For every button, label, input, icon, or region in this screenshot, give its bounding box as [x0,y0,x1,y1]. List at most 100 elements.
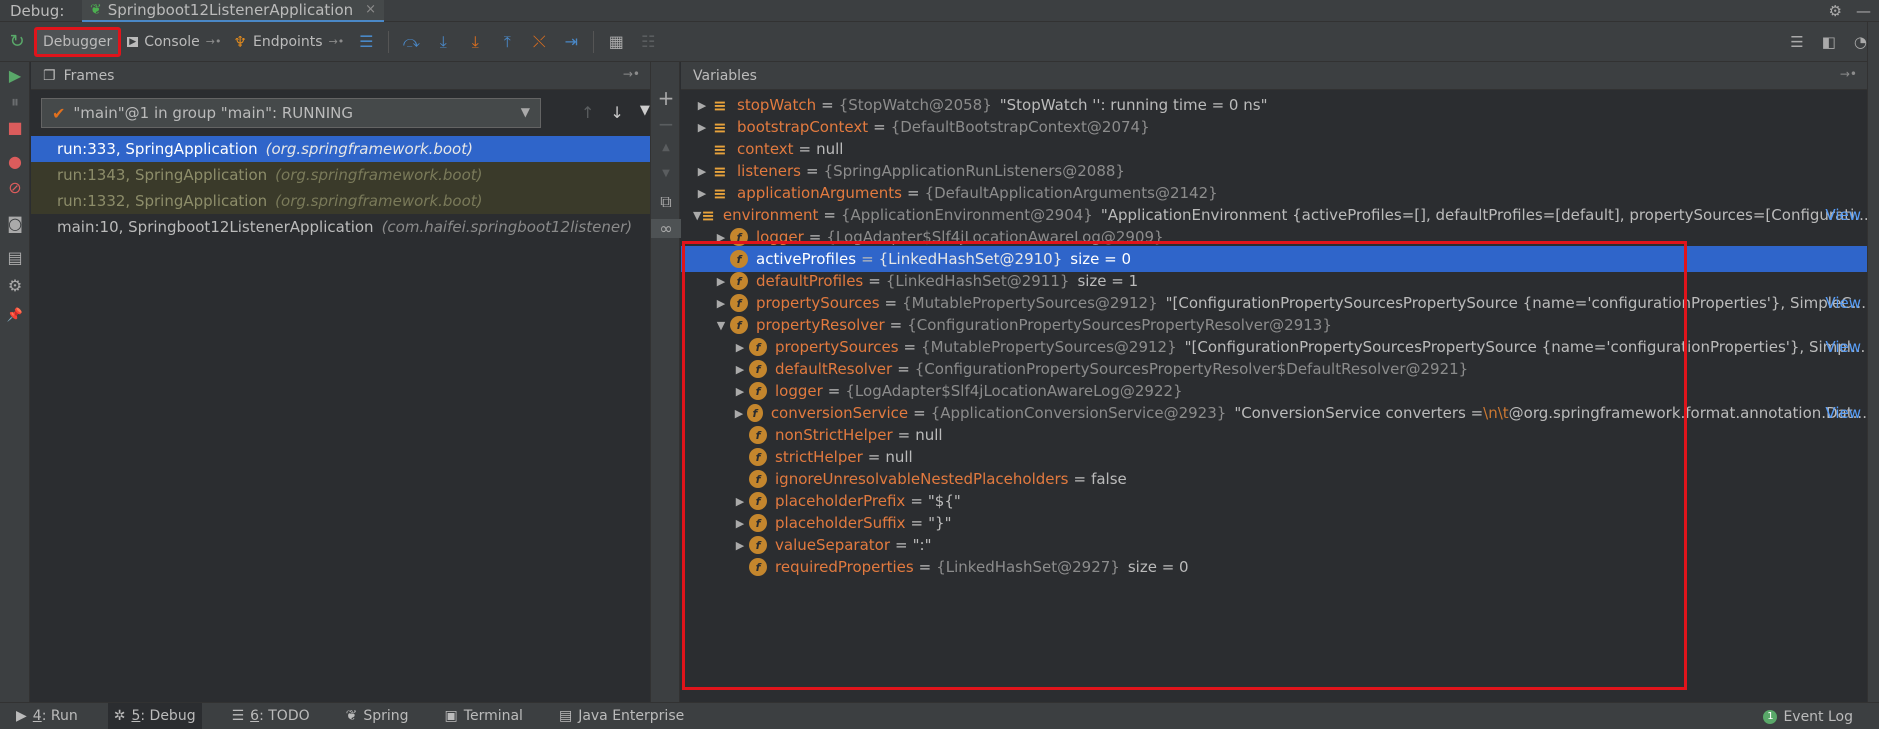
tab-debugger[interactable]: Debugger [34,26,122,57]
field-icon: f [730,316,748,334]
step-out-icon[interactable]: ⤒ [491,32,523,52]
pin-tab-icon[interactable]: →• [329,35,345,48]
evaluate-expression-icon[interactable]: ▦ [600,32,632,51]
stack-frame-row[interactable]: run:333, SpringApplication (org.springfra… [31,136,650,162]
step-over-icon[interactable]: ⤼ [395,32,427,52]
variable-name: propertyResolver [756,316,885,334]
add-watch-icon[interactable]: + [651,86,681,110]
variable-name: requiredProperties [775,558,914,576]
expand-arrow-icon[interactable]: ▶ [693,121,711,134]
expand-arrow-icon[interactable]: ▶ [731,385,749,398]
view-value-link[interactable]: View [1825,294,1861,312]
expand-arrow-icon[interactable]: ▶ [731,407,747,420]
variable-value: null [915,426,943,444]
move-down-icon[interactable]: ▼ [651,168,681,179]
move-up-icon[interactable]: ▲ [651,142,681,153]
layout-icon[interactable]: ◧ [1822,33,1836,51]
settings-gear-icon[interactable]: ⚙ [1829,2,1842,20]
frame-list: run:333, SpringApplication (org.springfra… [31,136,650,240]
variable-row[interactable]: f requiredProperties = {LinkedHashSet@2927}… [681,554,1867,580]
expand-arrow-icon[interactable]: ▶ [731,341,749,354]
drop-frame-icon[interactable]: ⤬ [523,32,555,52]
thread-dropdown[interactable]: ✔ "main"@1 in group "main": RUNNING ▼ [41,98,541,128]
trace-stream-icon[interactable]: ☷ [632,32,664,51]
expand-arrow-icon[interactable]: ▶ [731,539,749,552]
stack-frame-row[interactable]: run:1332, SpringApplication (org.springfr… [31,188,650,214]
force-step-into-icon[interactable]: ⤓ [459,32,491,52]
tool-window-button[interactable]: ▣ Terminal [439,703,529,729]
tab-console[interactable]: ▶ Console →• [121,27,227,57]
minimize-icon[interactable]: — [1856,2,1871,20]
tool-window-text: Java Enterprise [578,708,685,724]
event-log-button[interactable]: 1 Event Log [1763,703,1853,729]
frame-nav-buttons: ↑ ↓ ▼ [581,103,650,122]
tool-window-button[interactable]: ▶ 4: Run [10,703,84,729]
tool-window-text: Terminal [463,708,523,724]
expand-arrow-icon[interactable]: ▶ [712,297,730,310]
run-config-tab[interactable]: ❦ Springboot12ListenerApplication × [82,0,385,22]
spring-leaf-icon: ❦ [90,1,102,18]
tool-window-button[interactable]: ✲ 5: Debug [107,702,202,729]
stack-frame-row[interactable]: run:1343, SpringApplication (org.springfr… [31,162,650,188]
view-breakpoints-icon[interactable]: ● [0,152,30,171]
local-variable-icon: ≡ [713,95,727,115]
expand-arrow-icon[interactable]: ▶ [693,165,711,178]
tool-window-button[interactable]: ▤ Java Enterprise [553,703,690,729]
show-watches-glasses-icon[interactable]: ∞ [651,219,681,238]
pin-icon[interactable]: 📌 [0,308,30,323]
collapse-arrow-icon[interactable]: ▼ [693,209,701,222]
view-value-link[interactable]: View [1825,338,1861,356]
rerun-icon[interactable]: ↻ [0,31,34,52]
variable-name: ignoreUnresolvableNestedPlaceholders [775,470,1069,488]
expand-arrow-icon[interactable]: ▶ [693,187,711,200]
next-frame-icon[interactable]: ↓ [610,103,623,122]
previous-frame-icon[interactable]: ↑ [581,103,594,122]
frames-panel-icon: ❐ [43,67,56,84]
mute-breakpoints-icon[interactable]: ⊘ [0,178,30,197]
expand-arrow-icon[interactable]: ▶ [712,231,730,244]
pin-panel-icon[interactable]: →• [623,67,640,81]
tool-window-text: Spring [363,708,409,724]
stop-icon[interactable]: ■ [0,118,30,137]
expand-arrow-icon[interactable]: ▶ [731,495,749,508]
collapse-arrow-icon[interactable]: ▼ [712,319,730,332]
tool-window-button[interactable]: ☰ 6: TODO [226,703,316,729]
copy-icon[interactable]: ⧉ [651,192,681,212]
equals-sign: = [913,404,926,422]
run-to-cursor-icon[interactable]: ⇥ [555,32,587,51]
resume-icon[interactable]: ▶ [0,66,30,85]
expand-arrow-icon[interactable]: ▶ [712,275,730,288]
view-value-link[interactable]: View [1825,404,1861,422]
variable-value: "StopWatch '': running time = 0 ns" [999,96,1268,114]
variable-name: defaultProfiles [756,272,864,290]
filter-icon[interactable]: ▼ [640,103,650,122]
remove-watch-icon[interactable]: − [651,112,681,136]
tab-endpoints[interactable]: ♆ Endpoints →• [228,27,351,57]
camera-icon[interactable]: ◙ [0,214,30,233]
gauge-icon[interactable]: ◔ [1854,33,1867,51]
show-execution-point-icon[interactable]: ☰ [350,32,382,51]
equals-sign: = [808,228,822,246]
tool-window-bar: ▶ 4: Run ✲ 5: Debug ☰ 6: TODO ❦ Spring ▣ Terminal… [0,702,1879,729]
variable-type: {LinkedHashSet@2927} [936,558,1120,576]
expand-arrow-icon[interactable]: ▶ [693,99,711,112]
pin-panel-icon[interactable]: →• [1840,67,1857,81]
variables-header: Variables →• [681,62,1867,90]
restore-layout-icon[interactable]: ▤ [0,248,30,267]
expand-arrow-icon[interactable]: ▶ [731,517,749,530]
stack-frame-row[interactable]: main:10, Springboot12ListenerApplication… [31,214,650,240]
view-value-link[interactable]: View [1825,206,1861,224]
debug-label: Debug: [10,1,65,20]
pause-icon[interactable]: ⏸ [0,92,30,112]
pin-tab-icon[interactable]: →• [206,35,222,48]
variable-name: stopWatch [737,96,817,114]
equals-sign: = [918,558,932,576]
tool-window-button[interactable]: ❦ Spring [340,703,415,729]
list-view-icon[interactable]: ☰ [1790,33,1803,51]
close-tab-icon[interactable]: × [365,2,376,17]
variable-type: {LinkedHashSet@2911} [885,272,1070,290]
expand-arrow-icon[interactable]: ▶ [731,363,749,376]
step-into-icon[interactable]: ⤓ [427,32,459,52]
settings-icon[interactable]: ⚙ [0,276,30,295]
debug-title-bar: Debug: ❦ Springboot12ListenerApplication… [0,0,1879,22]
